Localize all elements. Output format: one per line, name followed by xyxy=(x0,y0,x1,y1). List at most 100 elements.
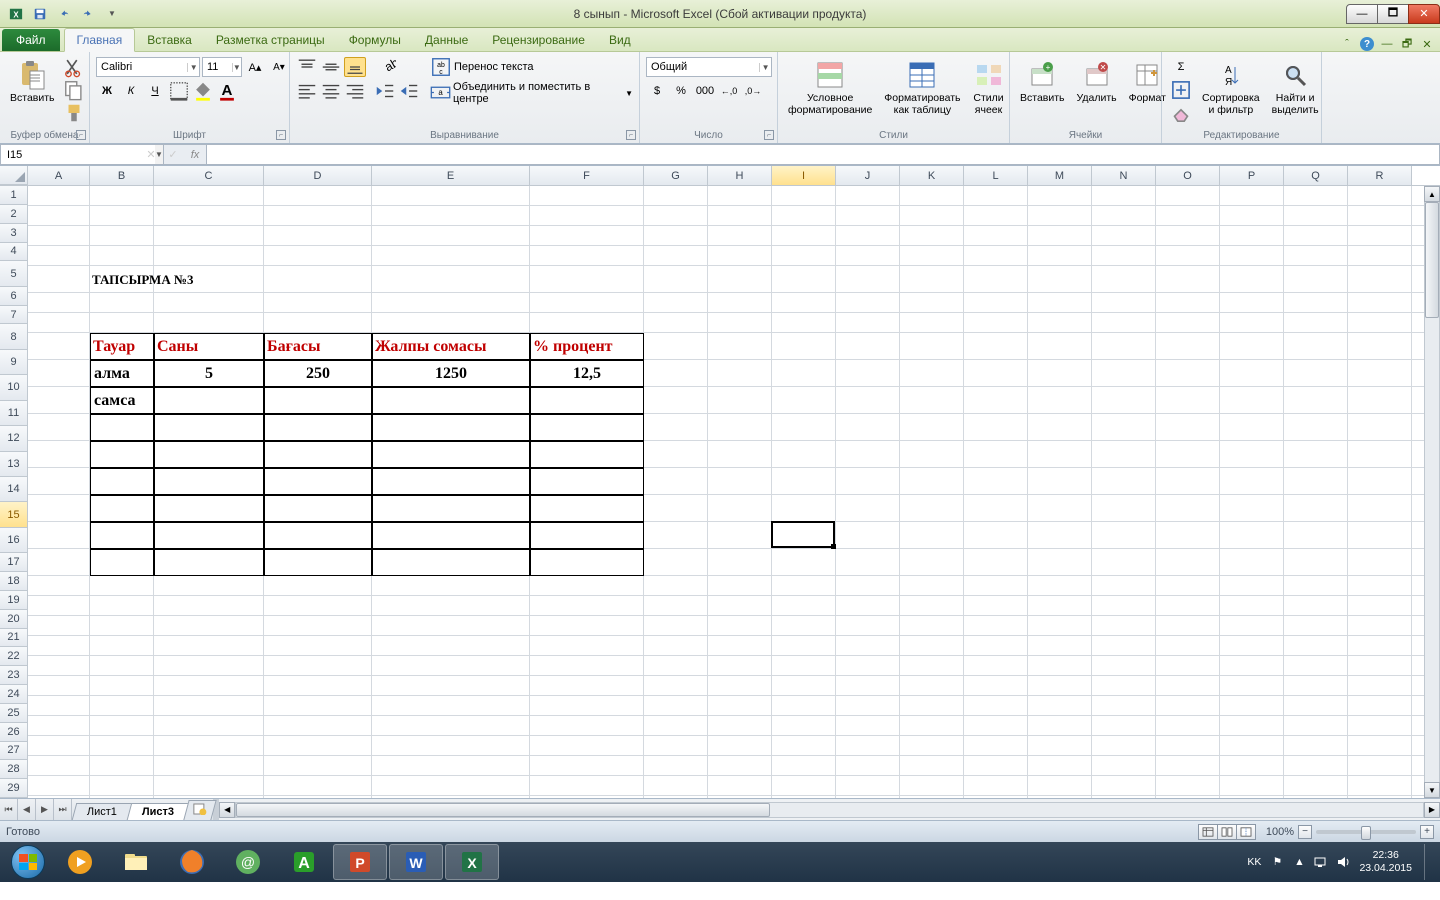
doc-minimize-icon[interactable]: — xyxy=(1380,37,1394,51)
cell[interactable] xyxy=(530,414,644,441)
excel-icon[interactable]: X xyxy=(6,4,26,24)
scroll-up-icon[interactable]: ▲ xyxy=(1424,186,1440,202)
tab-view[interactable]: Вид xyxy=(597,29,643,51)
row-header-18[interactable]: 18 xyxy=(0,572,28,591)
fill-icon[interactable] xyxy=(1168,80,1194,100)
horizontal-scrollbar[interactable] xyxy=(235,802,1424,818)
taskbar-clock[interactable]: 22:36 23.04.2015 xyxy=(1359,849,1412,874)
borders-icon[interactable] xyxy=(168,81,190,101)
tab-page-layout[interactable]: Разметка страницы xyxy=(204,29,337,51)
formula-input[interactable] xyxy=(207,144,1440,165)
row-header-1[interactable]: 1 xyxy=(0,186,28,205)
shrink-font-icon[interactable]: A▾ xyxy=(268,57,290,77)
cell[interactable] xyxy=(90,522,154,549)
qat-customize-icon[interactable]: ▼ xyxy=(102,4,122,24)
hscroll-left-icon[interactable]: ◀ xyxy=(219,802,235,818)
row-header-2[interactable]: 2 xyxy=(0,205,28,224)
column-header-F[interactable]: F xyxy=(530,166,644,185)
column-header-N[interactable]: N xyxy=(1092,166,1156,185)
help-icon[interactable]: ? xyxy=(1360,37,1374,51)
fx-enter-icon[interactable]: ✓ xyxy=(162,145,184,164)
cell[interactable]: Саны xyxy=(154,333,264,360)
cell[interactable] xyxy=(530,495,644,522)
new-sheet-button[interactable] xyxy=(183,800,216,820)
cell[interactable] xyxy=(264,522,372,549)
close-button[interactable]: ✕ xyxy=(1408,4,1440,24)
language-indicator[interactable]: KK xyxy=(1247,856,1261,868)
row-header-21[interactable]: 21 xyxy=(0,629,28,648)
cell[interactable] xyxy=(264,387,372,414)
cell[interactable]: Бағасы xyxy=(264,333,372,360)
vscroll-thumb[interactable] xyxy=(1425,202,1439,318)
cell[interactable] xyxy=(154,468,264,495)
maximize-button[interactable]: 🗖 xyxy=(1377,4,1409,24)
row-header-29[interactable]: 29 xyxy=(0,779,28,798)
tray-network-icon[interactable] xyxy=(1313,854,1329,870)
sheet-last-icon[interactable]: ⏭ xyxy=(54,799,72,820)
column-header-E[interactable]: E xyxy=(372,166,530,185)
sheet-first-icon[interactable]: ⏮ xyxy=(0,799,18,820)
align-top-icon[interactable] xyxy=(296,57,318,77)
underline-icon[interactable]: Ч xyxy=(144,81,166,101)
hscroll-thumb[interactable] xyxy=(236,803,770,817)
row-header-25[interactable]: 25 xyxy=(0,704,28,723)
merge-center-button[interactable]: aОбъединить и поместить в центре▼ xyxy=(430,81,633,105)
row-header-20[interactable]: 20 xyxy=(0,610,28,629)
zoom-out-icon[interactable]: − xyxy=(1298,825,1312,839)
cell[interactable]: самса xyxy=(90,387,154,414)
cut-icon[interactable] xyxy=(63,57,85,77)
tab-insert[interactable]: Вставка xyxy=(135,29,204,51)
row-header-23[interactable]: 23 xyxy=(0,666,28,685)
column-header-D[interactable]: D xyxy=(264,166,372,185)
copy-icon[interactable] xyxy=(63,80,85,100)
taskbar-media-player[interactable] xyxy=(53,844,107,880)
cell[interactable] xyxy=(530,468,644,495)
comma-icon[interactable]: 000 xyxy=(694,81,716,101)
row-header-26[interactable]: 26 xyxy=(0,723,28,742)
cell[interactable] xyxy=(372,522,530,549)
cell[interactable] xyxy=(264,549,372,576)
column-header-K[interactable]: K xyxy=(900,166,964,185)
row-header-13[interactable]: 13 xyxy=(0,452,28,477)
row-header-28[interactable]: 28 xyxy=(0,760,28,779)
row-header-3[interactable]: 3 xyxy=(0,224,28,243)
row-header-4[interactable]: 4 xyxy=(0,243,28,262)
column-header-R[interactable]: R xyxy=(1348,166,1412,185)
column-header-P[interactable]: P xyxy=(1220,166,1284,185)
taskbar-app1[interactable]: @ xyxy=(221,844,275,880)
cell[interactable] xyxy=(372,468,530,495)
cell[interactable] xyxy=(90,468,154,495)
taskbar-app2[interactable]: A xyxy=(277,844,331,880)
tab-review[interactable]: Рецензирование xyxy=(480,29,597,51)
page-layout-view-icon[interactable] xyxy=(1217,824,1237,840)
normal-view-icon[interactable] xyxy=(1198,824,1218,840)
fx-cancel-icon[interactable]: ✕ xyxy=(140,145,162,164)
row-header-14[interactable]: 14 xyxy=(0,477,28,502)
cell[interactable]: 5 xyxy=(154,360,264,387)
tray-volume-icon[interactable] xyxy=(1335,854,1351,870)
cell[interactable] xyxy=(530,549,644,576)
column-header-I[interactable]: I xyxy=(772,166,836,185)
insert-cells-button[interactable]: +Вставить xyxy=(1016,57,1069,107)
cell[interactable] xyxy=(530,387,644,414)
number-launcher[interactable]: ⌐ xyxy=(764,130,774,140)
clipboard-launcher[interactable]: ⌐ xyxy=(76,130,86,140)
column-header-B[interactable]: B xyxy=(90,166,154,185)
taskbar-powerpoint[interactable]: P xyxy=(333,844,387,880)
redo-icon[interactable] xyxy=(78,4,98,24)
doc-restore-icon[interactable]: 🗗 xyxy=(1400,37,1414,51)
sort-filter-button[interactable]: AЯСортировка и фильтр xyxy=(1198,57,1264,118)
sheet-next-icon[interactable]: ▶ xyxy=(36,799,54,820)
row-header-9[interactable]: 9 xyxy=(0,350,28,375)
decrease-decimal-icon[interactable]: ,0→ xyxy=(742,81,764,101)
start-button[interactable] xyxy=(4,844,52,880)
align-right-icon[interactable] xyxy=(344,81,366,101)
row-header-7[interactable]: 7 xyxy=(0,306,28,325)
row-header-17[interactable]: 17 xyxy=(0,553,28,572)
format-painter-icon[interactable] xyxy=(63,103,85,123)
column-header-O[interactable]: O xyxy=(1156,166,1220,185)
column-header-L[interactable]: L xyxy=(964,166,1028,185)
file-tab[interactable]: Файл xyxy=(2,29,60,51)
cell[interactable]: % процент xyxy=(530,333,644,360)
cell[interactable] xyxy=(372,549,530,576)
